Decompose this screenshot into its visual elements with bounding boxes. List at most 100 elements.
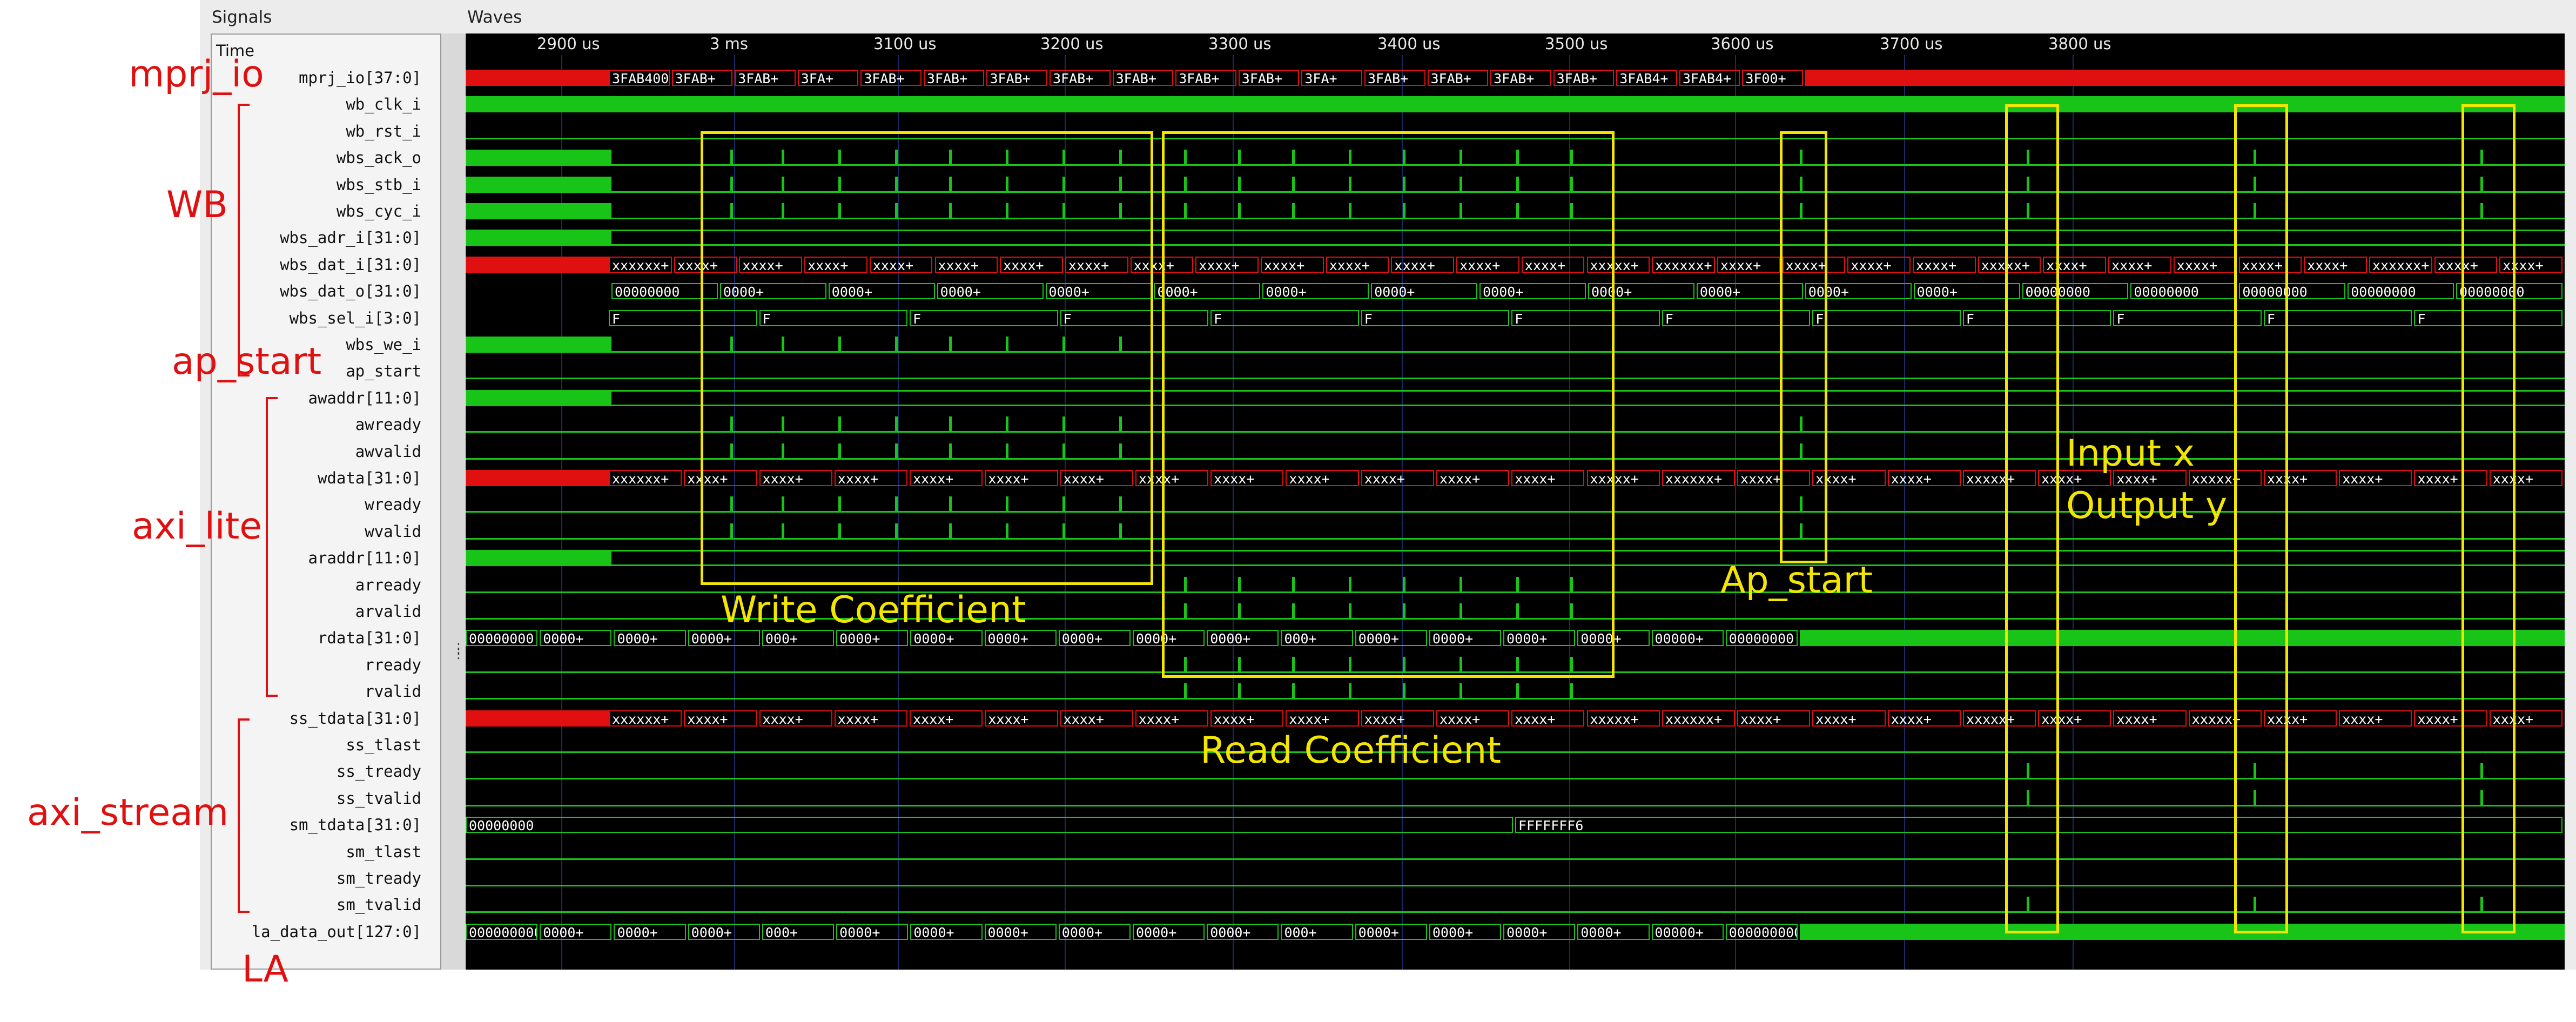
wave-la-data-out-segment: 000000000000+ (466, 923, 538, 940)
signal-rdata[interactable]: rdata[31:0] (216, 625, 421, 651)
wave-mprj-io-segment: 3FAB+ (923, 70, 985, 86)
wave-la-data-out-segment: 0000+ (1577, 923, 1650, 940)
wave-mprj-io-segment: 3FAB+ (860, 70, 922, 86)
wave-wdata-segment: xxxxxx+ (1662, 470, 1736, 486)
group-label-axi-stream: axi_stream (27, 791, 229, 834)
wave-rvalid-pulse (1184, 683, 1187, 700)
group-label-wb: WB (166, 184, 228, 226)
time-tick-label: 3500 us (1545, 35, 1608, 53)
signal-la-data-out[interactable]: la_data_out[127:0] (216, 919, 421, 945)
group-label-la: LA (242, 948, 288, 991)
signal-arready[interactable]: arready (216, 572, 421, 599)
wave-rdata-segment: 0000+ (910, 630, 983, 647)
wave-ss-tdata-segment: xxxxxx+ (1662, 710, 1736, 727)
input-x-label: Input x (2066, 432, 2195, 475)
wave-mprj-io-segment: 3FA+ (797, 70, 859, 86)
signal-araddr[interactable]: araddr[11:0] (216, 545, 421, 571)
bracket-axi-stream (238, 718, 250, 913)
wave-ss-tdata-segment: xxxx+ (1737, 710, 1811, 727)
signal-rvalid[interactable]: rvalid (216, 678, 421, 705)
wave-mprj-io-dense (1805, 70, 2565, 86)
time-tick-label: 3100 us (873, 35, 937, 53)
wave-mprj-io-segment: 3FAB+ (1112, 70, 1174, 86)
wave-ss-tdata-segment: xxxx+ (1887, 710, 1961, 727)
wave-ss-tdata-segment: xxxx+ (759, 710, 832, 727)
wave-mprj-io-segment: 3FAB+ (1364, 70, 1425, 86)
wave-mprj-io-segment: 3FAB+ (1553, 70, 1615, 86)
wave-rdata-segment: 000+ (762, 630, 835, 647)
signal-arvalid[interactable]: arvalid (216, 599, 421, 625)
wave-wbs-dat-i-segment: xxxxxx+ (609, 256, 672, 273)
wave-ss-tdata-segment: xxxx+ (1361, 710, 1434, 727)
wave-wbs-dat-i-segment: xxxx+ (2108, 256, 2171, 273)
wave-wbs-dat-i-segment: xxxxxx+ (1652, 256, 1715, 273)
wave-wdata-segment: xxxx+ (2339, 470, 2412, 486)
read-coefficient-label: Read Coefficient (1200, 729, 1502, 772)
wave-ss-tdata-segment: xxxx+ (1210, 710, 1284, 727)
pane-splitter[interactable] (441, 33, 465, 970)
wave-rdata-segment: 0000+ (1058, 630, 1131, 647)
wave-wbs-stb-i-burst (466, 176, 611, 193)
ap-start-label: Ap_start (1720, 559, 1873, 602)
wave-rdata-segment: 0000+ (984, 630, 1057, 647)
wave-la-data-out-segment: 0000+ (688, 923, 760, 940)
wave-wbs-dat-i-segment: xxxx+ (1717, 256, 1780, 273)
wave-rdata-segment: 0000+ (614, 630, 686, 647)
signal-awready[interactable]: awready (216, 412, 421, 438)
group-label-axi-lite: axi_lite (132, 505, 263, 548)
wave-mprj-io-segment: 3FAB+ (986, 70, 1048, 86)
wave-rdata-segment: 00000000 (1725, 630, 1798, 647)
signal-awvalid[interactable]: awvalid (216, 439, 421, 465)
wave-ss-tdata-segment: xxxx+ (834, 710, 908, 727)
output-window-box-2 (2234, 104, 2288, 933)
time-tick-label: 2900 us (537, 35, 600, 53)
wave-mprj-io-segment: 3FA+ (1301, 70, 1362, 86)
bracket-axi-lite (266, 397, 278, 697)
wave-ss-tdata-segment: xxxx+ (2113, 710, 2187, 727)
wave-mprj-io-segment: 3FAB+ (1427, 70, 1489, 86)
wave-ss-tdata-segment: xxxx+ (910, 710, 983, 727)
wave-rdata-segment: 00000+ (1651, 630, 1724, 647)
signals-panel-title: Signals (212, 8, 272, 27)
time-tick-label: 3700 us (1880, 35, 1943, 53)
wave-wbs-dat-o-segment: 00000000 (2348, 283, 2454, 300)
wave-ss-tdata-segment: xxxx+ (1812, 710, 1886, 727)
wave-wdata-segment: xxxxxx+ (609, 470, 682, 486)
write-coefficient-label: Write Coefficient (721, 589, 1026, 631)
wave-wbs-dat-o-segment: 0000+ (1913, 283, 2020, 300)
wave-sm-tdata-segment: 00000000 (466, 817, 1513, 833)
wave-la-data-out-segment: 0000+ (1133, 923, 1205, 940)
wave-wbs-dat-i-segment: xxxx+ (1847, 256, 1911, 273)
signal-rready[interactable]: rready (216, 652, 421, 678)
wave-ss-tdata-segment: xxxx+ (1060, 710, 1133, 727)
wave-la-data-out-segment: 0000+ (1355, 923, 1427, 940)
wave-wbs-ack-o-burst (466, 150, 611, 166)
signal-awaddr[interactable]: awaddr[11:0] (216, 385, 421, 412)
wave-la-data-out-segment: 0000+ (614, 923, 686, 940)
wave-mprj-io-segment: 3FAB4+ (1679, 70, 1740, 86)
wave-la-data-out-segment: 0000+ (910, 923, 983, 940)
wave-rdata-dense (1800, 630, 2565, 647)
wave-mprj-io-segment: 3FAB+ (1050, 70, 1111, 86)
wave-wbs-cyc-i-burst (466, 203, 611, 219)
time-tick-label: 3200 us (1040, 35, 1104, 53)
wave-wbs-dat-i-segment: xxxxxx+ (2369, 256, 2432, 273)
output-window-box-1 (2005, 104, 2059, 933)
wave-ss-tdata-segment: xxxxx+ (1586, 710, 1660, 727)
wave-mprj-io-segment: 3FAB4+ (1616, 70, 1677, 86)
waves-panel-title: Waves (467, 8, 522, 27)
wave-ss-tdata-burst (466, 710, 609, 727)
bracket-wb (238, 104, 250, 376)
wave-la-data-out-segment: 00000+ (1651, 923, 1724, 940)
wave-wbs-we-i-burst (466, 337, 611, 353)
wave-wbs-sel-i-segment: F (1812, 310, 1961, 326)
wave-mprj-io-active (466, 70, 609, 86)
wave-la-data-out-segment: 0000+ (836, 923, 909, 940)
splitter-grip-icon[interactable]: ⋮ ⋮ (452, 642, 465, 660)
time-tick-label: 3300 us (1208, 35, 1272, 53)
signal-wdata[interactable]: wdata[31:0] (216, 465, 421, 492)
wave-wdata-burst (466, 470, 609, 486)
wave-wbs-dat-i-segment: xxxx+ (1913, 256, 1976, 273)
wave-la-data-out-segment: 000+ (1281, 923, 1353, 940)
time-tick-label: 3800 us (2048, 35, 2111, 53)
